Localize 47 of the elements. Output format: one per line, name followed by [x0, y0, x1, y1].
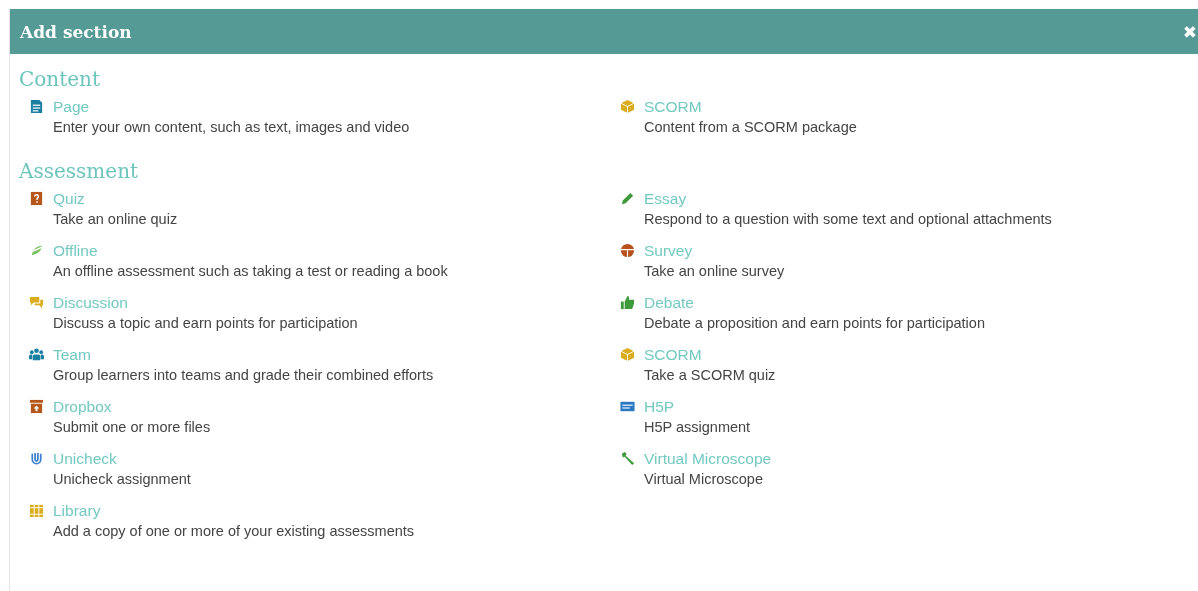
section-type-link[interactable]: Quiz: [53, 188, 85, 209]
section-type-description: Take an online survey: [644, 262, 785, 281]
section-type-link[interactable]: Page: [53, 96, 90, 117]
section-type-link[interactable]: Team: [53, 344, 91, 365]
thumbs-up-icon: [620, 295, 635, 310]
section-type-description: Unicheck assignment: [53, 470, 191, 489]
close-button[interactable]: ✖: [1182, 21, 1198, 42]
section-type-description: Debate a proposition and earn points for participation: [644, 314, 985, 333]
section-type-link[interactable]: Survey: [644, 240, 693, 261]
section-type-description: H5P assignment: [644, 418, 751, 437]
section-type-description: Group learners into teams and grade their combined efforts: [53, 366, 434, 385]
question-icon: [29, 191, 44, 206]
wrench-icon: [620, 451, 635, 466]
dialog-title: Add section: [20, 21, 132, 42]
section-type-link[interactable]: SCORM: [644, 344, 702, 365]
pencil-icon: [620, 191, 635, 206]
section-type-link[interactable]: Virtual Microscope: [644, 448, 772, 469]
section-type-description: Submit one or more files: [53, 418, 211, 437]
speech-bubbles-icon: [29, 295, 44, 310]
books-icon: [29, 503, 44, 518]
people-icon: [29, 347, 44, 362]
badge-icon: [620, 399, 635, 414]
section-type-description: Respond to a question with some text and optional attachments: [644, 210, 1052, 229]
document-icon: [29, 99, 44, 114]
cube-icon: [620, 99, 635, 114]
section-type-link[interactable]: SCORM: [644, 96, 702, 117]
upload-box-icon: [29, 399, 44, 414]
section-type-link[interactable]: Unicheck: [53, 448, 117, 469]
section-type-description: Enter your own content, such as text, images and video: [53, 118, 410, 137]
section-type-description: Add a copy of one or more of your existing assessments: [53, 522, 415, 541]
section-type-description: Take an online quiz: [53, 210, 178, 229]
section-type-link[interactable]: Library: [53, 500, 101, 521]
section-type-link[interactable]: Essay: [644, 188, 687, 209]
section-type-link[interactable]: Offline: [53, 240, 98, 261]
section-type-description: Virtual Microscope: [644, 470, 763, 489]
section-type-link[interactable]: Discussion: [53, 292, 128, 313]
section-type-link[interactable]: H5P: [644, 396, 675, 417]
cube-icon: [620, 347, 635, 362]
section-type-description: Discuss a topic and earn points for participation: [53, 314, 358, 333]
paperclip-icon: [29, 451, 44, 466]
section-type-link[interactable]: Dropbox: [53, 396, 112, 417]
section-type-link[interactable]: Debate: [644, 292, 694, 313]
section-heading: Assessment: [19, 158, 140, 185]
section-type-description: Content from a SCORM package: [644, 118, 857, 137]
section-type-description: An offline assessment such as taking a test or reading a book: [53, 262, 448, 281]
section-heading: Content: [19, 66, 101, 93]
section-type-description: Take a SCORM quiz: [644, 366, 776, 385]
